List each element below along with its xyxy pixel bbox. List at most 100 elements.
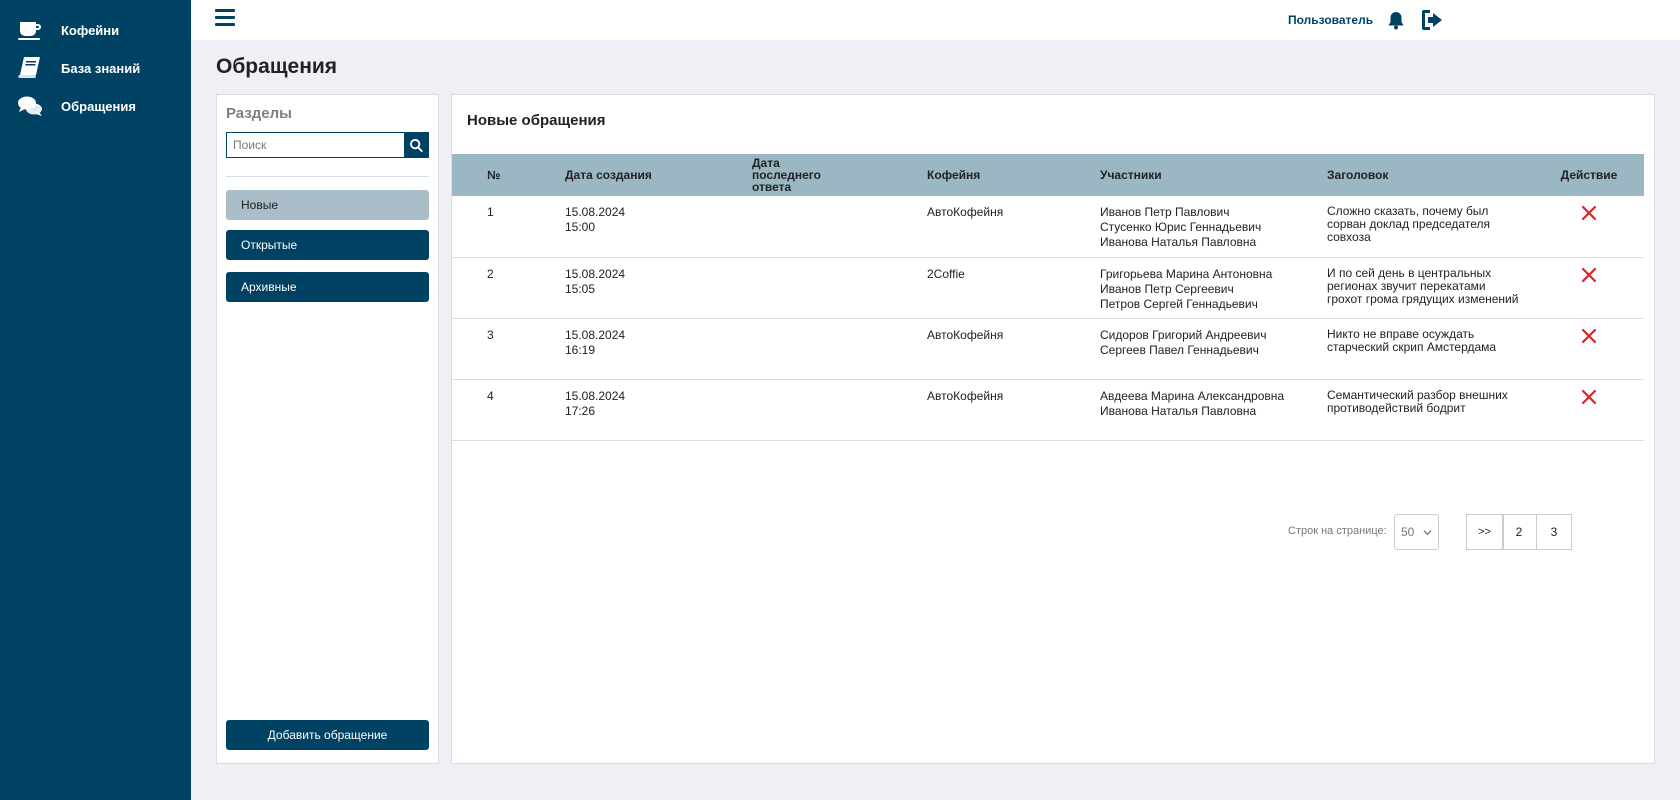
row-last-reply bbox=[752, 318, 927, 380]
pagination-page-3[interactable]: 3 bbox=[1536, 514, 1572, 550]
participant: Иванова Наталья Павловна bbox=[1100, 403, 1257, 418]
delete-icon[interactable] bbox=[1580, 204, 1598, 222]
row-last-reply bbox=[752, 196, 927, 258]
row-last-reply bbox=[752, 257, 927, 319]
nav-item-coffee-shops[interactable]: Кофейни bbox=[0, 11, 191, 49]
row-subject: И по сей день в центральных регионах зву… bbox=[1327, 257, 1534, 319]
page-title: Обращения bbox=[216, 55, 338, 78]
row-created-time: 17:26 bbox=[565, 403, 596, 418]
table-row[interactable]: 3 15.08.2024 16:19 АвтоКофейня Сидоров Гр… bbox=[452, 318, 1644, 380]
table-header-row: № Дата создания Дата последнего ответа К… bbox=[452, 154, 1644, 196]
column-header-created[interactable]: Дата создания bbox=[565, 154, 752, 196]
pagination-page-2[interactable]: 2 bbox=[1501, 514, 1537, 550]
row-created: 15.08.2024 15:00 bbox=[565, 196, 752, 258]
search-button[interactable] bbox=[404, 132, 429, 158]
row-shop: АвтоКофейня bbox=[927, 379, 1100, 441]
sections-title: Разделы bbox=[226, 105, 292, 122]
row-subject: Семантический разбор внешних противодейс… bbox=[1327, 379, 1534, 441]
search-box bbox=[226, 132, 429, 158]
chevron-down-icon bbox=[1423, 530, 1432, 536]
column-header-participants[interactable]: Участники bbox=[1100, 154, 1327, 196]
rows-per-page-label: Строк на странице: bbox=[1288, 525, 1387, 537]
row-created: 15.08.2024 16:19 bbox=[565, 318, 752, 380]
participant: Петров Сергей Геннадьевич bbox=[1100, 296, 1258, 311]
row-subject-text: Семантический разбор внешних противодейс… bbox=[1327, 387, 1508, 415]
rows-per-page-value: 50 bbox=[1401, 525, 1415, 539]
row-participants: Авдеева Марина Александровна Иванова Ната… bbox=[1100, 379, 1327, 441]
participant: Стусенко Юрис Геннадьевич bbox=[1100, 220, 1262, 234]
row-number: 1 bbox=[452, 196, 565, 258]
rows-per-page-select[interactable]: 50 bbox=[1394, 514, 1439, 550]
row-subject-text: И по сей день в центральных регионах зву… bbox=[1327, 265, 1519, 306]
section-new-button[interactable]: Новые bbox=[226, 190, 429, 220]
nav-item-label: База знаний bbox=[61, 60, 141, 76]
column-header-shop[interactable]: Кофейня bbox=[927, 154, 1100, 196]
row-action bbox=[1534, 379, 1644, 441]
row-shop: 2Coffie bbox=[927, 257, 1100, 319]
row-created-date: 15.08.2024 bbox=[565, 327, 626, 342]
top-bar: Пользователь bbox=[191, 0, 1680, 40]
row-number: 3 bbox=[452, 318, 565, 380]
row-action bbox=[1534, 257, 1644, 319]
row-subject-text: Сложно сказать, почему был сорван доклад… bbox=[1327, 204, 1490, 244]
logout-icon[interactable] bbox=[1420, 9, 1444, 31]
participant: Иванов Петр Сергеевич bbox=[1100, 281, 1234, 296]
row-participants: Григорьева Марина Антоновна Иванов Петр С… bbox=[1100, 257, 1327, 319]
participant: Сергеев Павел Геннадьевич bbox=[1100, 342, 1259, 357]
participant: Сидоров Григорий Андреевич bbox=[1100, 327, 1267, 342]
participant: Иванов Петр Павлович bbox=[1100, 205, 1230, 219]
column-header-number[interactable]: № bbox=[452, 154, 565, 196]
book-icon bbox=[16, 54, 44, 82]
menu-icon[interactable] bbox=[215, 9, 235, 29]
row-action bbox=[1534, 318, 1644, 380]
table-row[interactable]: 2 15.08.2024 15:05 2Coffie Григорьева Мар… bbox=[452, 257, 1644, 319]
row-participants: Сидоров Григорий Андреевич Сергеев Павел … bbox=[1100, 318, 1327, 380]
nav-item-label: Обращения bbox=[61, 98, 136, 114]
divider bbox=[226, 176, 429, 177]
delete-icon[interactable] bbox=[1580, 327, 1598, 345]
row-participants: Иванов Петр Павлович Стусенко Юрис Геннад… bbox=[1100, 196, 1327, 258]
delete-icon[interactable] bbox=[1580, 388, 1598, 406]
row-shop: АвтоКофейня bbox=[927, 196, 1100, 258]
row-created-date: 15.08.2024 bbox=[565, 266, 626, 281]
tickets-table: № Дата создания Дата последнего ответа К… bbox=[452, 154, 1644, 441]
row-created: 15.08.2024 15:05 bbox=[565, 257, 752, 319]
chat-bubbles-icon bbox=[16, 92, 44, 120]
row-last-reply bbox=[752, 379, 927, 441]
nav-item-tickets[interactable]: Обращения bbox=[0, 87, 191, 125]
section-open-button[interactable]: Открытые bbox=[226, 230, 429, 260]
row-created-time: 16:19 bbox=[565, 342, 596, 357]
user-link[interactable]: Пользователь bbox=[1288, 13, 1373, 27]
row-action bbox=[1534, 196, 1644, 258]
sidebar-nav: Кофейни База знаний Обращения bbox=[0, 0, 191, 800]
row-shop: АвтоКофейня bbox=[927, 318, 1100, 380]
column-header-action: Действие bbox=[1560, 168, 1618, 182]
table-row[interactable]: 1 15.08.2024 15:00 АвтоКофейня Иванов Пет… bbox=[452, 196, 1644, 258]
nav-item-label: Кофейни bbox=[61, 22, 120, 38]
participant: Иванова Наталья Павловна bbox=[1100, 235, 1257, 249]
sections-panel: Разделы Новые Открытые Архивные Добавить… bbox=[216, 94, 439, 764]
participant: Григорьева Марина Антоновна bbox=[1100, 266, 1273, 281]
section-archived-button[interactable]: Архивные bbox=[226, 272, 429, 302]
table-row[interactable]: 4 15.08.2024 17:26 АвтоКофейня Авдеева Ма… bbox=[452, 379, 1644, 441]
search-input[interactable] bbox=[226, 132, 404, 158]
row-number: 4 bbox=[452, 379, 565, 441]
row-subject: Никто не вправе осуждать старческий скри… bbox=[1327, 318, 1534, 380]
row-created-date: 15.08.2024 bbox=[565, 388, 626, 403]
column-header-last-reply[interactable]: Дата последнего ответа bbox=[752, 154, 927, 196]
row-created-time: 15:05 bbox=[565, 281, 596, 296]
column-header-subject[interactable]: Заголовок bbox=[1327, 154, 1534, 196]
row-subject: Сложно сказать, почему был сорван доклад… bbox=[1327, 196, 1534, 258]
row-created: 15.08.2024 17:26 bbox=[565, 379, 752, 441]
delete-icon[interactable] bbox=[1580, 266, 1598, 284]
pagination-last-button[interactable]: >> bbox=[1466, 514, 1503, 550]
pagination: << 1 2 3 >> bbox=[1466, 514, 1572, 550]
search-icon bbox=[410, 138, 423, 152]
bell-icon[interactable] bbox=[1386, 10, 1406, 30]
column-header-last-reply-label: Дата последнего ответа bbox=[752, 156, 821, 194]
row-created-time: 15:00 bbox=[565, 220, 596, 234]
tickets-panel: Новые обращения № Дата создания Дата пос… bbox=[451, 94, 1655, 764]
panel-title: Новые обращения bbox=[467, 112, 606, 129]
add-ticket-button[interactable]: Добавить обращение bbox=[226, 720, 429, 750]
nav-item-knowledge-base[interactable]: База знаний bbox=[0, 49, 191, 87]
